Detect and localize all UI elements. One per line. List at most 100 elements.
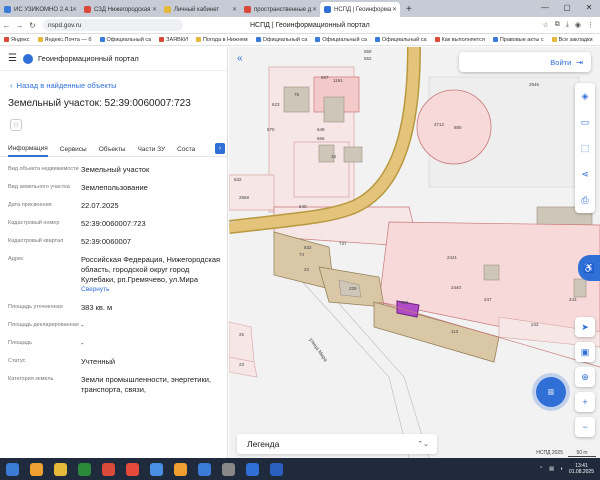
layers-icon[interactable]: ◈ <box>575 83 595 109</box>
forward-arrow-icon[interactable]: → <box>13 21 26 30</box>
close-icon[interactable]: ✕ <box>392 6 397 13</box>
collapse-link[interactable]: Свернуть <box>81 285 221 295</box>
tab-services[interactable]: Сервисы <box>60 141 87 157</box>
login-button[interactable]: Войти ⇥ <box>459 52 591 72</box>
extensions-icon[interactable]: ⧉ <box>555 21 560 29</box>
bookmark[interactable]: Официальный са <box>99 37 151 43</box>
back-arrow-icon[interactable]: ← <box>0 21 13 30</box>
parcel-number: 670 <box>267 127 275 132</box>
portal-name: Геоинформационный портал <box>37 54 139 63</box>
menu-icon[interactable]: ⋮ <box>587 21 594 29</box>
bookmark[interactable]: Как выполняется <box>434 37 485 43</box>
image-icon[interactable]: ▣ <box>575 342 595 362</box>
building <box>573 278 587 298</box>
hamburger-menu-icon[interactable]: ☰ <box>8 53 17 64</box>
profile-icon[interactable]: ◉ <box>575 21 581 29</box>
maximize-button[interactable]: ▢ <box>556 0 578 15</box>
bookmark[interactable]: Яндекс.Почта — б <box>37 37 92 43</box>
expand-chevron-icon[interactable]: ⌃⌄ <box>417 440 429 448</box>
close-icon[interactable]: ✕ <box>232 6 237 13</box>
accessibility-icon[interactable]: ♿ <box>578 255 600 281</box>
bookmark[interactable]: Погода в Нижнем <box>195 37 248 43</box>
tabs-scroll-right-icon[interactable]: › <box>215 143 225 154</box>
taskbar-app-icon[interactable] <box>30 462 43 476</box>
parcel-number: 2712 <box>434 122 445 127</box>
url-input[interactable]: nspd.gov.ru <box>43 19 183 31</box>
tab-objects[interactable]: Объекты <box>99 141 126 157</box>
taskbar-app-icon[interactable] <box>150 462 163 476</box>
network-icon[interactable]: ▤ <box>549 466 554 472</box>
attr-row: Категория земель Земли промышленности, эн… <box>8 375 212 394</box>
taskbar-app-icon[interactable] <box>174 462 187 476</box>
browser-tab[interactable]: СЗД Нижегородская ✕ <box>80 2 160 17</box>
bookmark[interactable]: Официальный са <box>374 37 427 43</box>
browser-tab[interactable]: пространственные д ✕ <box>240 2 320 17</box>
close-icon[interactable]: ✕ <box>312 6 317 13</box>
taskbar-app-icon[interactable] <box>78 462 91 476</box>
browser-actions: ☆ ⧉ ⤓ ◉ ⋮ <box>543 21 595 29</box>
card-icon[interactable]: ▭ <box>575 109 595 135</box>
volume-icon[interactable]: ◖ <box>560 466 563 472</box>
search-map-icon[interactable]: ⊕ <box>575 367 595 387</box>
close-icon[interactable]: ✕ <box>152 6 157 13</box>
bookmark-all[interactable]: Все закладки <box>551 37 593 43</box>
zoom-in-button[interactable]: + <box>575 392 595 412</box>
chat-list-icon[interactable]: ≡ <box>536 377 566 407</box>
taskbar-app-icon[interactable] <box>126 462 139 476</box>
bookmark[interactable]: Официальный са <box>255 37 307 43</box>
taskbar-app-icon[interactable] <box>54 462 67 476</box>
close-window-button[interactable]: ✕ <box>578 0 600 15</box>
parcel-number: 74 <box>299 252 305 257</box>
minimize-button[interactable]: — <box>534 0 556 15</box>
tab-favicon-icon <box>164 6 171 13</box>
browser-tab-bar: ИС УЗИКОМНО 2.4.1 ✕ СЗД Нижегородская ✕ Ли… <box>0 0 600 17</box>
tab-favicon-icon <box>84 6 91 13</box>
start-icon[interactable] <box>6 462 19 476</box>
select-area-icon[interactable]: ⬚ <box>575 135 595 161</box>
collapse-sidebar-icon[interactable]: « <box>237 53 243 64</box>
zoom-out-button[interactable]: − <box>575 417 595 437</box>
word-icon[interactable] <box>270 462 283 476</box>
tab-info[interactable]: Информация <box>8 141 48 157</box>
browser-tab[interactable]: ИС УЗИКОМНО 2.4.1 ✕ <box>0 2 80 17</box>
clock[interactable]: 13:41 01.08.2025 <box>569 463 594 475</box>
favorite-star-icon[interactable]: ☆ <box>10 119 22 131</box>
bookmark[interactable]: Правовые акты с <box>492 37 544 43</box>
legend-bar[interactable]: Легенда ⌃⌄ <box>237 434 437 454</box>
bookmark[interactable]: Официальный са <box>315 37 367 43</box>
taskbar-app-icon[interactable] <box>222 462 235 476</box>
tab-composition[interactable]: Соста <box>177 141 195 157</box>
parcel-number: 242 <box>531 322 539 327</box>
bookmark-star-icon[interactable]: ☆ <box>543 21 549 29</box>
building <box>483 264 500 281</box>
browser-tab-active[interactable]: НСПД | Геоинформа ✕ <box>320 2 400 17</box>
cadastral-map[interactable]: 657 1191 659 652 76 623 670 649 666 18 6… <box>229 47 600 458</box>
parcel-number: 243 <box>569 297 577 302</box>
tray-arrow-icon[interactable]: ⌃ <box>539 466 543 472</box>
parcel-number: 686 <box>401 300 409 305</box>
parcel-number: 24 <box>304 267 310 272</box>
bookmarks-bar: Яндекс Яндекс.Почта — б Официальный са З… <box>0 34 600 46</box>
taskbar-app-icon[interactable] <box>102 462 115 476</box>
parcel-number: 666 <box>317 136 325 141</box>
map-toolbar: ◈ ▭ ⬚ ⋖ ⎙ <box>575 83 595 213</box>
print-icon[interactable]: ⎙ <box>575 187 595 213</box>
taskbar-app-icon[interactable] <box>198 462 211 476</box>
taskbar-app-icon[interactable] <box>246 462 259 476</box>
close-icon[interactable]: ✕ <box>72 6 77 13</box>
building <box>323 96 345 123</box>
bookmark[interactable]: Яндекс <box>4 37 30 43</box>
back-to-results-link[interactable]: ‹ Назад в найденные объекты <box>0 81 227 90</box>
reload-icon[interactable]: ↻ <box>26 21 39 30</box>
share-icon[interactable]: ⋖ <box>575 161 595 187</box>
folder-icon <box>551 37 557 42</box>
parcel-number: 2546 <box>529 82 540 87</box>
bookmark[interactable]: ЗАЯВКИ <box>159 37 188 43</box>
new-tab-button[interactable]: + <box>400 2 418 17</box>
tab-favicon-icon <box>244 6 251 13</box>
locate-icon[interactable]: ➤ <box>575 317 595 337</box>
parcel-number: 18 <box>331 154 337 159</box>
download-icon[interactable]: ⤓ <box>566 21 569 29</box>
tab-parts[interactable]: Части ЗУ <box>138 141 166 157</box>
browser-tab[interactable]: Личный кабинет ✕ <box>160 2 240 17</box>
